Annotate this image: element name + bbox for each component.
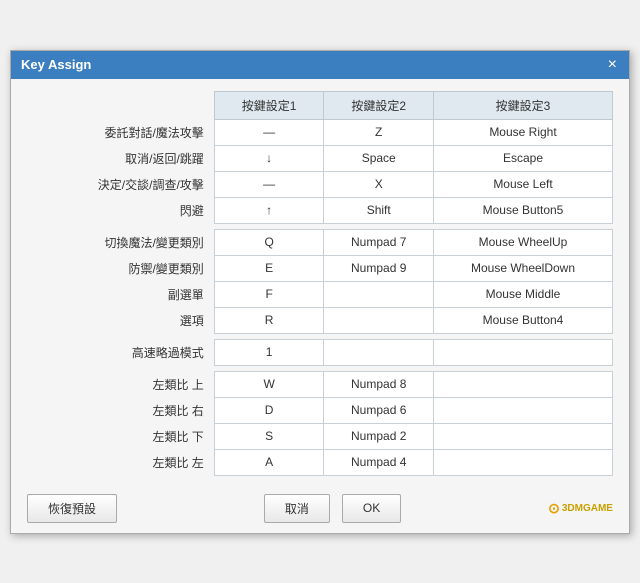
key-cell-5-3[interactable]: Mouse WheelUp [434,229,613,255]
key-cell-3-2[interactable]: Shift [324,197,434,223]
title-bar: Key Assign × [11,51,629,79]
key-cell-2-3[interactable]: Mouse Left [434,171,613,197]
key-cell-10-1[interactable]: 1 [214,339,324,365]
table-row: 左類比 左ANumpad 4 [27,449,613,475]
table-row: 防禦/變更類別ENumpad 9Mouse WheelDown [27,255,613,281]
key-cell-13-3[interactable] [434,397,613,423]
ok-button[interactable]: OK [342,494,401,523]
key-cell-13-1[interactable]: D [214,397,324,423]
key-cell-12-2[interactable]: Numpad 8 [324,371,434,397]
row-label: 左類比 上 [27,371,214,397]
key-cell-0-3[interactable]: Mouse Right [434,119,613,145]
key-cell-14-1[interactable]: S [214,423,324,449]
footer: 恢復預設 取消 OK ⊙ 3DMGAME [11,486,629,533]
key-cell-7-3[interactable]: Mouse Middle [434,281,613,307]
watermark: ⊙ 3DMGAME [548,500,613,517]
table-row: 高速略過模式1 [27,339,613,365]
key-cell-8-2[interactable] [324,307,434,333]
key-cell-6-3[interactable]: Mouse WheelDown [434,255,613,281]
key-cell-7-2[interactable] [324,281,434,307]
key-cell-5-1[interactable]: Q [214,229,324,255]
key-cell-13-2[interactable]: Numpad 6 [324,397,434,423]
key-cell-0-2[interactable]: Z [324,119,434,145]
key-cell-10-2[interactable] [324,339,434,365]
key-cell-10-3[interactable] [434,339,613,365]
key-cell-2-2[interactable]: X [324,171,434,197]
table-row: 左類比 下SNumpad 2 [27,423,613,449]
cancel-button[interactable]: 取消 [264,494,330,523]
header-key3: 按鍵設定3 [434,91,613,119]
key-cell-0-1[interactable]: — [214,119,324,145]
header-empty [27,91,214,119]
key-cell-1-3[interactable]: Escape [434,145,613,171]
key-cell-8-1[interactable]: R [214,307,324,333]
table-row: 左類比 右DNumpad 6 [27,397,613,423]
row-label: 防禦/變更類別 [27,255,214,281]
row-label: 高速略過模式 [27,339,214,365]
key-cell-7-1[interactable]: F [214,281,324,307]
row-label: 閃避 [27,197,214,223]
row-label: 取消/返回/跳躍 [27,145,214,171]
key-cell-3-1[interactable]: ↑ [214,197,324,223]
row-label: 左類比 右 [27,397,214,423]
key-cell-15-2[interactable]: Numpad 4 [324,449,434,475]
key-cell-8-3[interactable]: Mouse Button4 [434,307,613,333]
footer-center: 取消 OK [264,494,401,523]
table-row: 選項R Mouse Button4 [27,307,613,333]
key-cell-14-3[interactable] [434,423,613,449]
key-cell-6-2[interactable]: Numpad 9 [324,255,434,281]
key-cell-3-3[interactable]: Mouse Button5 [434,197,613,223]
row-label: 左類比 左 [27,449,214,475]
row-label: 左類比 下 [27,423,214,449]
key-cell-15-1[interactable]: A [214,449,324,475]
table-row: 取消/返回/跳躍↓SpaceEscape [27,145,613,171]
key-cell-15-3[interactable] [434,449,613,475]
key-cell-2-1[interactable]: — [214,171,324,197]
key-cell-12-3[interactable] [434,371,613,397]
key-cell-1-1[interactable]: ↓ [214,145,324,171]
content-area: 按鍵設定1 按鍵設定2 按鍵設定3 委託對話/魔法攻擊—ZMouse Right… [11,79,629,486]
close-button[interactable]: × [606,57,619,73]
table-row: 委託對話/魔法攻擊—ZMouse Right [27,119,613,145]
key-cell-5-2[interactable]: Numpad 7 [324,229,434,255]
window-title: Key Assign [21,57,91,72]
main-window: Key Assign × 按鍵設定1 按鍵設定2 按鍵設定3 委託對話/魔法攻擊… [10,50,630,534]
row-label: 委託對話/魔法攻擊 [27,119,214,145]
table-row: 決定/交談/調查/攻擊—XMouse Left [27,171,613,197]
key-cell-14-2[interactable]: Numpad 2 [324,423,434,449]
header-key1: 按鍵設定1 [214,91,324,119]
header-key2: 按鍵設定2 [324,91,434,119]
key-assign-table: 按鍵設定1 按鍵設定2 按鍵設定3 委託對話/魔法攻擊—ZMouse Right… [27,91,613,476]
key-cell-12-1[interactable]: W [214,371,324,397]
row-label: 副選單 [27,281,214,307]
table-row: 副選單F Mouse Middle [27,281,613,307]
table-row: 閃避↑ShiftMouse Button5 [27,197,613,223]
table-row: 切換魔法/變更類別QNumpad 7Mouse WheelUp [27,229,613,255]
table-row: 左類比 上WNumpad 8 [27,371,613,397]
row-label: 切換魔法/變更類別 [27,229,214,255]
key-cell-6-1[interactable]: E [214,255,324,281]
key-cell-1-2[interactable]: Space [324,145,434,171]
row-label: 決定/交談/調查/攻擊 [27,171,214,197]
reset-button[interactable]: 恢復預設 [27,494,117,523]
row-label: 選項 [27,307,214,333]
